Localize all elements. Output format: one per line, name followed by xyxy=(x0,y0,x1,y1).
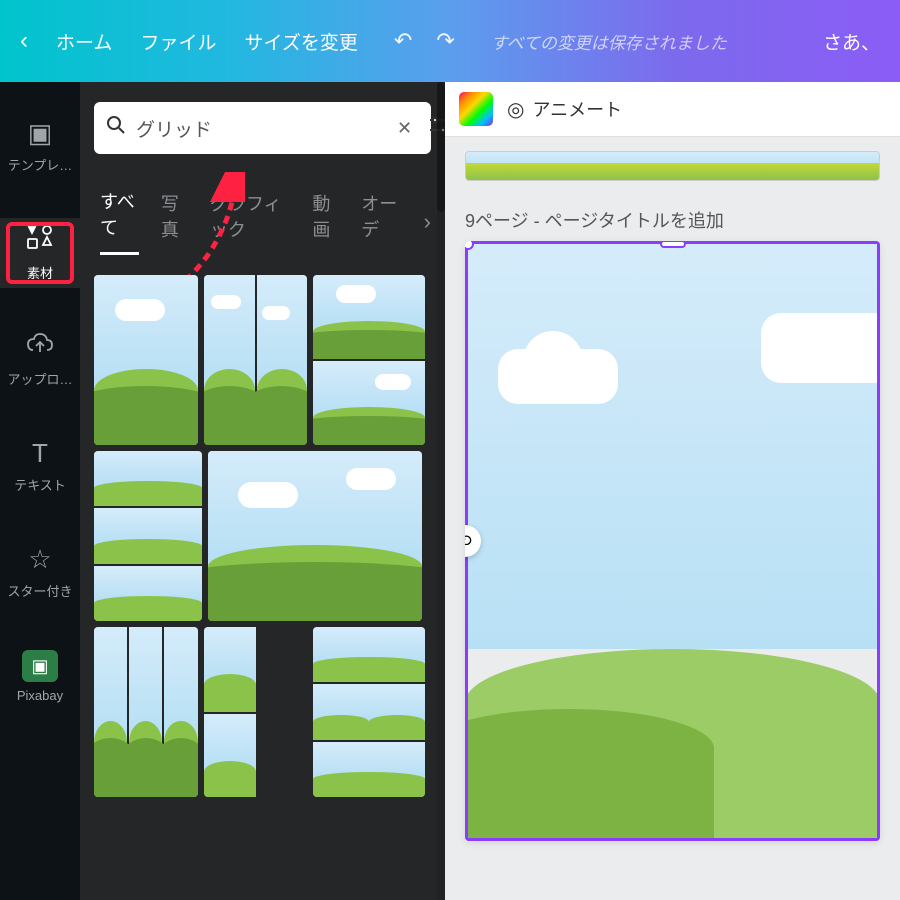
tab-video[interactable]: 動画 xyxy=(312,190,339,254)
grid-template[interactable] xyxy=(208,451,422,621)
background-color-button[interactable] xyxy=(459,92,493,126)
top-bar: ‹ ホーム ファイル サイズを変更 ↶ ↷ すべての変更は保存されました さあ、 xyxy=(0,0,900,82)
star-icon: ☆ xyxy=(28,544,51,575)
sidebar-item-label: アップロ… xyxy=(7,369,72,388)
page-title-field[interactable]: 9ページ - ページタイトルを追加 xyxy=(465,207,880,233)
resize-menu[interactable]: サイズを変更 xyxy=(244,28,357,55)
grid-results xyxy=(94,275,431,886)
animate-button[interactable]: ◎ アニメート xyxy=(507,96,622,122)
sidebar-item-text[interactable]: T テキスト xyxy=(0,432,80,500)
search-icon xyxy=(106,115,126,141)
sidebar-item-uploads[interactable]: アップロ… xyxy=(0,326,80,394)
save-status: すべての変更は保存されました xyxy=(491,29,727,54)
grid-template[interactable] xyxy=(313,627,425,797)
tabs-more-icon[interactable]: › xyxy=(424,209,431,235)
animate-icon: ◎ xyxy=(507,97,524,122)
upload-icon xyxy=(26,332,54,363)
text-icon: T xyxy=(32,438,48,469)
sidebar-item-elements[interactable]: 素材 xyxy=(0,218,80,288)
grid-template[interactable] xyxy=(94,451,202,621)
sidebar-item-pixabay[interactable]: ▣ Pixabay xyxy=(0,644,80,709)
elements-icon xyxy=(25,224,55,257)
search-input[interactable] xyxy=(136,117,381,139)
file-menu[interactable]: ファイル xyxy=(140,28,216,55)
animate-label: アニメート xyxy=(532,96,622,122)
back-icon[interactable]: ‹ xyxy=(20,27,28,55)
grid-template[interactable] xyxy=(204,627,308,797)
cta-text[interactable]: さあ、 xyxy=(823,28,880,55)
sidebar-item-templates[interactable]: ▣ テンプレ… xyxy=(0,112,80,180)
tab-photo[interactable]: 写真 xyxy=(161,190,188,254)
templates-icon: ▣ xyxy=(28,118,53,149)
canvas-area: ◎ アニメート 9ページ - ページタイトルを追加 ⟲ xyxy=(445,82,900,900)
sidebar-item-label: 素材 xyxy=(27,263,53,282)
filter-tabs: すべて 写真 グラフィック 動画 オーデ › xyxy=(94,188,431,255)
sidebar-item-label: Pixabay xyxy=(17,688,63,703)
tab-graphic[interactable]: グラフィック xyxy=(210,190,291,254)
sidebar-item-starred[interactable]: ☆ スター付き xyxy=(0,538,80,606)
undo-icon[interactable]: ↶ xyxy=(394,28,412,54)
canvas-toolbar: ◎ アニメート xyxy=(445,82,900,137)
grid-template[interactable] xyxy=(204,275,308,445)
undo-redo-group: ↶ ↷ xyxy=(394,28,455,54)
tab-audio[interactable]: オーデ xyxy=(361,190,401,254)
panel-scrollbar[interactable] xyxy=(437,82,445,900)
elements-panel: ✕ すべて 写真 グラフィック 動画 オーデ › xyxy=(80,82,445,900)
redo-icon[interactable]: ↷ xyxy=(436,28,454,54)
topbar-left: ‹ ホーム ファイル サイズを変更 ↶ ↷ すべての変更は保存されました xyxy=(20,27,727,55)
tab-all[interactable]: すべて xyxy=(100,188,139,255)
design-canvas[interactable]: ⟲ xyxy=(465,241,880,841)
clear-icon[interactable]: ✕ xyxy=(391,118,418,139)
sidebar-item-label: テンプレ… xyxy=(8,155,73,174)
grid-template[interactable] xyxy=(94,275,198,445)
page-thumbnail-strip[interactable] xyxy=(465,151,880,181)
pixabay-icon: ▣ xyxy=(22,650,58,682)
sidebar-item-label: スター付き xyxy=(7,581,72,600)
grid-template[interactable] xyxy=(313,275,425,445)
left-sidebar: ▣ テンプレ… 素材 アップロ… T テキスト ☆ スター付き ▣ Pixaba… xyxy=(0,82,80,900)
grid-template[interactable] xyxy=(94,627,198,797)
home-link[interactable]: ホーム xyxy=(56,28,112,55)
search-box[interactable]: ✕ xyxy=(94,102,431,154)
sidebar-item-label: テキスト xyxy=(14,475,66,494)
